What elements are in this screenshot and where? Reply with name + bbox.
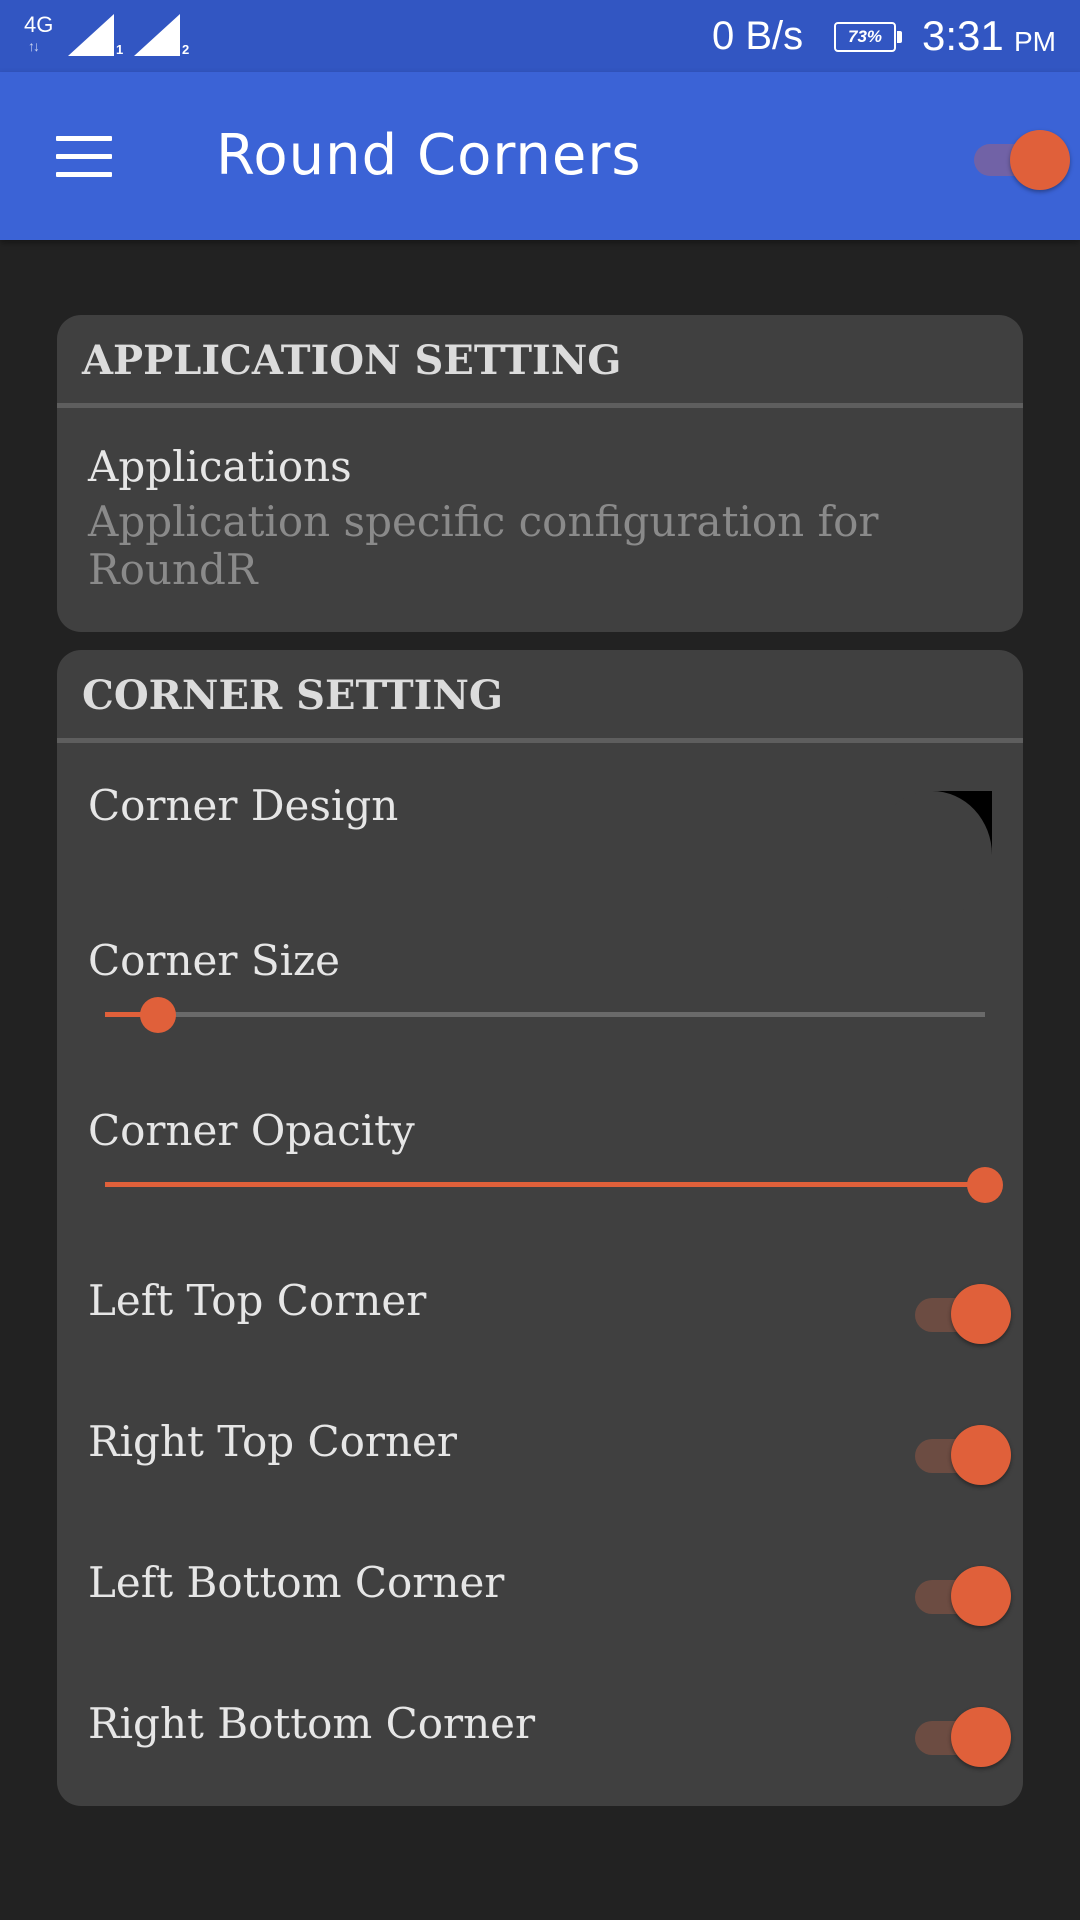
corner-setting-header: CORNER SETTING — [57, 650, 1023, 743]
toggle-knob — [951, 1566, 1011, 1626]
right-bottom-corner-label: Right Bottom Corner — [88, 1699, 536, 1748]
menu-icon[interactable] — [56, 136, 112, 177]
service-toggle[interactable] — [974, 128, 1072, 190]
toggle-knob — [951, 1425, 1011, 1485]
app-title: Round Corners — [216, 123, 642, 188]
applications-title: Applications — [88, 442, 352, 491]
application-setting-card: APPLICATION SETTING Applications Applica… — [57, 315, 1023, 632]
left-top-corner-label: Left Top Corner — [88, 1276, 427, 1325]
network-speed: 0 B/s — [712, 14, 804, 58]
status-bar: 4G ↑↓ 1 2 0 B/s 73% 3:31 PM — [0, 0, 1080, 72]
toggle-knob — [951, 1284, 1011, 1344]
corner-opacity-slider[interactable] — [105, 1160, 1003, 1210]
corner-size-title: Corner Size — [88, 936, 341, 985]
left-top-corner-toggle[interactable] — [915, 1278, 1015, 1348]
toggle-knob — [951, 1707, 1011, 1767]
right-top-corner-label: Right Top Corner — [88, 1417, 457, 1466]
corner-setting-card: CORNER SETTING Corner Design Corner Size… — [57, 650, 1023, 1806]
corner-opacity-thumb[interactable] — [967, 1167, 1003, 1203]
application-setting-header: APPLICATION SETTING — [57, 315, 1023, 408]
applications-summary: Application specific configuration for R… — [88, 497, 879, 594]
data-activity-icon: ↑↓ — [28, 38, 40, 54]
left-bottom-corner-toggle[interactable] — [915, 1560, 1015, 1630]
corner-design-preview-icon[interactable] — [872, 791, 992, 919]
signal-sim1-icon — [68, 14, 114, 56]
battery-icon: 73% — [834, 22, 902, 52]
app-bar: Round Corners — [0, 72, 1080, 240]
corner-opacity-title: Corner Opacity — [88, 1106, 415, 1155]
sim2-label: 2 — [182, 42, 190, 57]
right-bottom-corner-toggle[interactable] — [915, 1701, 1015, 1771]
corner-size-rail — [105, 1012, 985, 1017]
applications-preference[interactable]: Applications Application specific config… — [57, 408, 1023, 632]
signal-sim2-icon — [134, 14, 180, 56]
network-type: 4G — [24, 12, 54, 37]
sim1-label: 1 — [116, 42, 124, 57]
clock-time: 3:31 — [922, 12, 1004, 59]
service-toggle-knob — [1010, 130, 1070, 190]
left-bottom-corner-label: Left Bottom Corner — [88, 1558, 505, 1607]
clock-ampm: PM — [1014, 26, 1056, 57]
corner-size-thumb[interactable] — [140, 997, 176, 1033]
corner-design-title: Corner Design — [88, 781, 399, 830]
right-top-corner-toggle[interactable] — [915, 1419, 1015, 1489]
corner-opacity-fill — [105, 1182, 985, 1187]
corner-size-slider[interactable] — [105, 990, 985, 1040]
